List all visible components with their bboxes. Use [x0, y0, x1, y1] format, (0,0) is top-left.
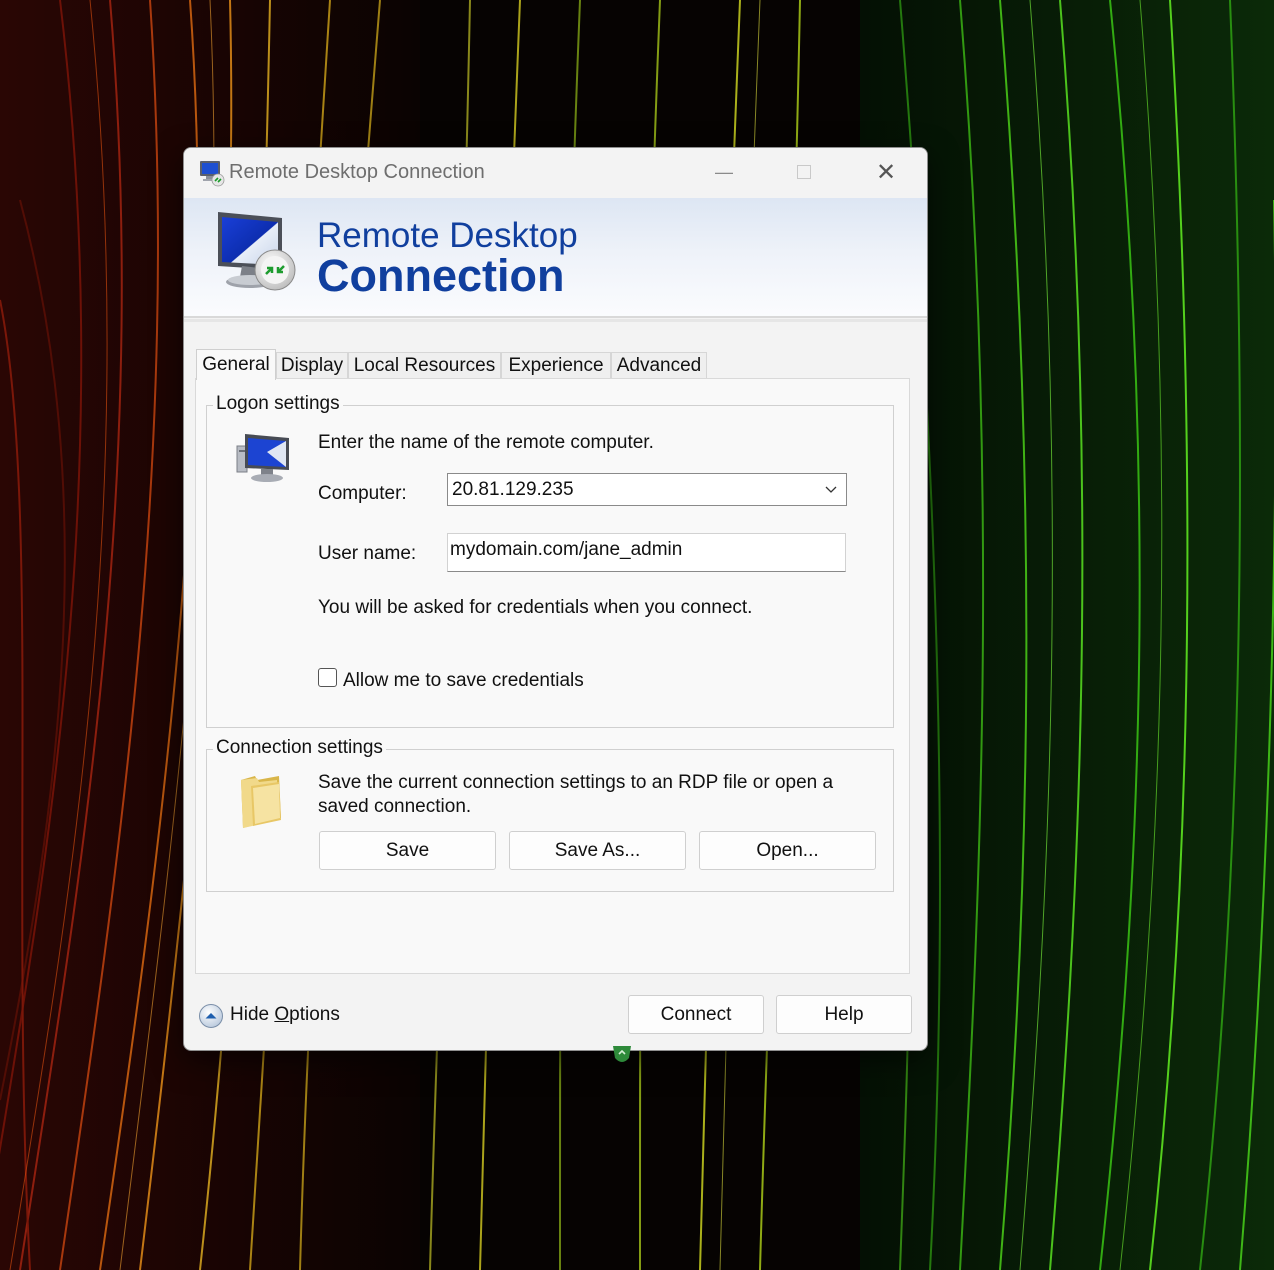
open-button[interactable]: Open...	[699, 831, 876, 870]
connection-description-line2: saved connection.	[318, 796, 472, 817]
hide-options-accesskey: O	[274, 1004, 290, 1025]
connect-button[interactable]: Connect	[628, 995, 764, 1034]
computer-label: Computer:	[318, 483, 407, 504]
banner-divider	[184, 316, 927, 318]
tab-experience[interactable]: Experience	[501, 352, 611, 378]
header-banner: Remote Desktop Connection	[184, 198, 927, 322]
tab-general[interactable]: General	[196, 349, 276, 380]
computer-instruction: Enter the name of the remote computer.	[318, 432, 654, 453]
remote-desktop-window: Remote Desktop Connection — ✕ Remote Des…	[183, 147, 928, 1051]
connection-settings-legend: Connection settings	[213, 737, 386, 759]
minimize-icon: —	[715, 161, 733, 182]
banner-divider-shadow	[184, 319, 927, 322]
tab-advanced[interactable]: Advanced	[611, 352, 707, 378]
username-field[interactable]: mydomain.com/jane_admin	[447, 533, 846, 572]
tab-local-resources[interactable]: Local Resources	[348, 352, 501, 378]
maximize-button	[764, 148, 844, 196]
hide-options-label[interactable]: Hide Options	[230, 1004, 340, 1026]
hide-options-suffix: ptions	[289, 1004, 340, 1025]
chevron-down-icon[interactable]	[824, 482, 838, 496]
computer-icon	[236, 434, 289, 482]
general-tab-panel: Logon settings Enter the name of the rem…	[195, 378, 910, 974]
connection-settings-group: Connection settings Save the current con…	[206, 737, 894, 892]
window-title: Remote Desktop Connection	[229, 161, 485, 183]
logon-settings-group: Logon settings Enter the name of the rem…	[206, 393, 894, 728]
computer-combobox[interactable]: 20.81.129.235	[447, 473, 847, 506]
chevron-up-circle-icon[interactable]	[198, 1003, 224, 1029]
banner-title-line2: Connection	[317, 250, 565, 301]
username-value: mydomain.com/jane_admin	[450, 539, 683, 560]
title-bar[interactable]: Remote Desktop Connection — ✕	[184, 148, 927, 198]
monitor-remote-icon	[218, 212, 296, 291]
save-credentials-label[interactable]: Allow me to save credentials	[343, 670, 584, 692]
tray-app-icon[interactable]	[611, 1046, 633, 1064]
remote-desktop-icon[interactable]	[197, 159, 225, 187]
hide-options-prefix: Hide	[230, 1004, 275, 1025]
connection-description-line1: Save the current connection settings to …	[318, 772, 834, 793]
minimize-button[interactable]: —	[684, 148, 764, 196]
close-icon: ✕	[875, 158, 897, 186]
help-button[interactable]: Help	[776, 995, 912, 1034]
save-credentials-checkbox[interactable]	[318, 668, 337, 687]
tab-display[interactable]: Display	[276, 352, 348, 378]
logon-settings-legend: Logon settings	[213, 393, 343, 415]
save-button[interactable]: Save	[319, 831, 496, 870]
folder-icon	[241, 776, 281, 828]
close-button[interactable]: ✕	[846, 148, 926, 196]
username-label: User name:	[318, 543, 417, 564]
computer-value: 20.81.129.235	[452, 479, 574, 500]
save-as-button[interactable]: Save As...	[509, 831, 686, 870]
maximize-icon	[797, 165, 811, 179]
credentials-note: You will be asked for credentials when y…	[318, 597, 753, 618]
